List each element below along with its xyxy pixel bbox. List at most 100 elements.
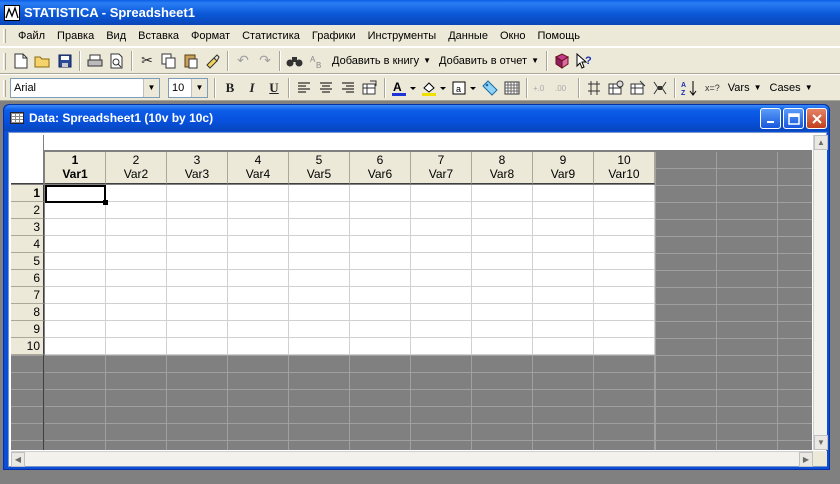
data-cells[interactable] <box>45 185 655 355</box>
add-to-report-dropdown[interactable]: Добавить в отчет ▼ <box>435 50 543 72</box>
new-file-icon[interactable] <box>10 50 32 72</box>
app-title-bar[interactable]: STATISTICA - Spreadsheet1 <box>0 0 840 25</box>
align-left-icon[interactable] <box>293 77 315 99</box>
menu-statistics[interactable]: Статистика <box>236 28 306 44</box>
spreadsheet-body: 1 Var1 2 Var2 3 Var3 4 Var4 5 Var5 6 Var… <box>8 132 828 467</box>
maximize-button[interactable] <box>783 108 804 129</box>
menu-graphs[interactable]: Графики <box>306 28 362 44</box>
menu-edit[interactable]: Правка <box>51 28 100 44</box>
row-header[interactable]: 4 <box>11 236 44 253</box>
redo-icon[interactable]: ↷ <box>254 50 276 72</box>
select-all-corner[interactable] <box>11 135 44 184</box>
format-painter-icon[interactable] <box>202 50 224 72</box>
separator <box>545 50 548 71</box>
align-right-icon[interactable] <box>337 77 359 99</box>
cut-icon[interactable]: ✂ <box>136 50 158 72</box>
copy-icon[interactable] <box>158 50 180 72</box>
align-center-icon[interactable] <box>315 77 337 99</box>
sort-icon[interactable]: AZ <box>679 77 701 99</box>
minimize-button[interactable] <box>760 108 781 129</box>
column-header[interactable]: 8 Var8 <box>472 152 533 184</box>
format-cells-icon[interactable] <box>359 77 381 99</box>
font-color-button[interactable]: A <box>389 77 419 99</box>
decrease-decimal-icon[interactable]: .00 <box>553 77 575 99</box>
font-size-select[interactable]: 10 ▼ <box>168 77 208 98</box>
print-preview-icon[interactable] <box>106 50 128 72</box>
horizontal-scrollbar[interactable]: ◀ ▶ <box>11 451 813 467</box>
column-header[interactable]: 5 Var5 <box>289 152 350 184</box>
all-specs-icon[interactable] <box>605 77 627 99</box>
grid-icon[interactable] <box>501 77 523 99</box>
spreadsheet-title-bar[interactable]: Data: Spreadsheet1 (10v by 10c) <box>4 105 829 131</box>
menu-help[interactable]: Помощь <box>532 28 587 44</box>
row-header[interactable]: 7 <box>11 287 44 304</box>
paste-icon[interactable] <box>180 50 202 72</box>
row-header[interactable]: 6 <box>11 270 44 287</box>
row-header[interactable]: 2 <box>11 202 44 219</box>
fill-handle[interactable] <box>103 200 108 205</box>
menu-view[interactable]: Вид <box>100 28 132 44</box>
add-to-workbook-dropdown[interactable]: Добавить в книгу ▼ <box>328 50 435 72</box>
scroll-left-icon[interactable]: ◀ <box>11 452 25 467</box>
vertical-scrollbar[interactable]: ▲ ▼ <box>813 135 828 450</box>
vars-dropdown[interactable]: Vars ▼ <box>724 77 766 99</box>
statistica-logo-icon <box>4 4 20 21</box>
column-header[interactable]: 3 Var3 <box>167 152 228 184</box>
bold-button[interactable]: B <box>219 77 241 99</box>
scroll-right-icon[interactable]: ▶ <box>799 452 813 467</box>
row-header[interactable]: 10 <box>11 338 44 355</box>
row-header[interactable]: 1 <box>11 185 44 202</box>
row-header[interactable]: 5 <box>11 253 44 270</box>
italic-button[interactable]: I <box>241 77 263 99</box>
chevron-down-icon[interactable]: ▼ <box>143 78 159 97</box>
cases-dropdown[interactable]: Cases ▼ <box>766 77 817 99</box>
select-cases-button[interactable]: x=? <box>701 77 724 99</box>
column-header[interactable]: 1 Var1 <box>45 152 106 184</box>
menu-insert[interactable]: Вставка <box>132 28 185 44</box>
column-header[interactable]: 10 Var10 <box>594 152 655 184</box>
borders-button[interactable]: a <box>449 77 479 99</box>
find-binoculars-icon[interactable] <box>284 50 306 72</box>
open-folder-icon[interactable] <box>32 50 54 72</box>
tag-icon[interactable] <box>479 77 501 99</box>
menu-file[interactable]: Файл <box>12 28 51 44</box>
close-button[interactable] <box>806 108 827 129</box>
row-header[interactable]: 3 <box>11 219 44 236</box>
toolbar-grip[interactable] <box>3 53 6 70</box>
column-header[interactable]: 7 Var7 <box>411 152 472 184</box>
svg-text:A: A <box>393 80 402 94</box>
book-icon[interactable] <box>551 50 573 72</box>
column-header[interactable]: 4 Var4 <box>228 152 289 184</box>
menubar-grip[interactable] <box>3 29 6 43</box>
text-labels-icon[interactable] <box>649 77 671 99</box>
scroll-up-icon[interactable]: ▲ <box>814 135 828 150</box>
scroll-down-icon[interactable]: ▼ <box>814 435 828 450</box>
column-header[interactable]: 9 Var9 <box>533 152 594 184</box>
toolbar-grip[interactable] <box>3 80 6 97</box>
font-name-select[interactable]: Arial ▼ <box>10 77 160 98</box>
row-header[interactable]: 9 <box>11 321 44 338</box>
row-header[interactable]: 8 <box>11 304 44 321</box>
column-header[interactable]: 6 Var6 <box>350 152 411 184</box>
undo-icon[interactable]: ↶ <box>232 50 254 72</box>
variable-specs-icon[interactable] <box>583 77 605 99</box>
replace-icon[interactable]: AB <box>306 50 328 72</box>
menu-format[interactable]: Формат <box>185 28 236 44</box>
underline-button[interactable]: U <box>263 77 285 99</box>
fill-color-button[interactable] <box>419 77 449 99</box>
chevron-down-icon[interactable]: ▼ <box>191 78 207 97</box>
save-icon[interactable] <box>54 50 76 72</box>
size-grip[interactable] <box>813 451 827 466</box>
active-cell-cursor[interactable] <box>45 185 106 203</box>
menu-tools[interactable]: Инструменты <box>362 28 443 44</box>
menu-data[interactable]: Данные <box>442 28 494 44</box>
spreadsheet-grid: 1 Var1 2 Var2 3 Var3 4 Var4 5 Var5 6 Var… <box>11 135 812 450</box>
case-names-icon[interactable] <box>627 77 649 99</box>
print-icon[interactable] <box>84 50 106 72</box>
column-name: Var5 <box>306 167 332 181</box>
menu-window[interactable]: Окно <box>494 28 532 44</box>
column-header[interactable]: 2 Var2 <box>106 152 167 184</box>
dropdown-arrow-icon: ▼ <box>804 83 813 92</box>
context-help-icon[interactable]: ? <box>573 50 595 72</box>
increase-decimal-icon[interactable]: +.0 <box>531 77 553 99</box>
